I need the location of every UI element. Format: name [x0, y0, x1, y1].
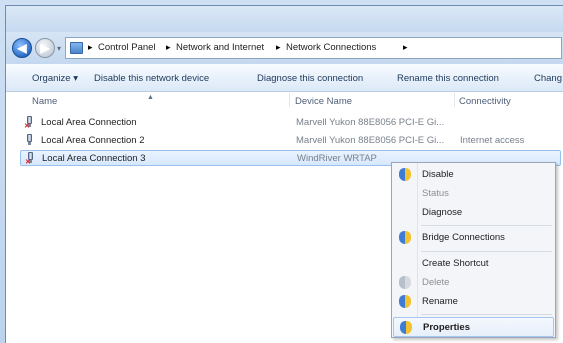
command-bar: Organize ▾ Disable this network device D…	[6, 64, 563, 92]
breadcrumb-network-and-internet[interactable]: Network and Internet	[176, 42, 264, 53]
address-bar[interactable]: ▸ Control Panel ▸ Network and Internet ▸…	[65, 37, 562, 59]
menu-item-label: Properties	[423, 322, 470, 333]
uac-shield-icon	[400, 321, 412, 334]
connection-row[interactable]: ✕ Local Area Connection Marvell Yukon 88…	[20, 115, 561, 131]
column-name[interactable]: Name	[32, 96, 57, 107]
column-separator[interactable]	[454, 93, 455, 107]
column-device-name[interactable]: Device Name	[295, 96, 352, 107]
menu-separator	[421, 314, 552, 315]
uac-shield-icon	[399, 168, 411, 181]
menu-item-rename[interactable]: Rename	[393, 292, 554, 312]
breadcrumb-separator[interactable]: ▸	[166, 42, 171, 53]
rename-connection-button[interactable]: Rename this connection	[397, 73, 499, 84]
menu-item-label: Delete	[422, 277, 450, 288]
connection-name: Local Area Connection	[41, 117, 137, 128]
recent-pages-dropdown[interactable]: ▾	[57, 44, 61, 53]
connection-name: Local Area Connection 2	[41, 135, 145, 146]
forward-button[interactable]: ▶	[35, 38, 55, 58]
menu-item-status: Status	[393, 184, 554, 204]
uac-shield-icon	[399, 276, 411, 289]
menu-item-label: Diagnose	[422, 207, 463, 218]
device-name: WindRiver WRTAP	[297, 153, 377, 164]
menu-item-diagnose[interactable]: Diagnose	[393, 203, 554, 223]
connection-row[interactable]: Local Area Connection 2 Marvell Yukon 88…	[20, 133, 561, 149]
menu-item-create-shortcut[interactable]: Create Shortcut	[393, 254, 554, 274]
device-name: Marvell Yukon 88E8056 PCI-E Gi...	[296, 117, 445, 128]
breadcrumb-control-panel[interactable]: Control Panel	[98, 42, 156, 53]
title-bar	[6, 6, 563, 32]
disconnected-icon: ✕	[25, 159, 31, 166]
column-headers: Name ▲ Device Name Connectivity	[6, 92, 563, 108]
uac-shield-icon	[399, 231, 411, 244]
diagnose-connection-button[interactable]: Diagnose this connection	[257, 73, 363, 84]
connection-name: Local Area Connection 3	[42, 153, 146, 164]
forward-arrow-icon: ▶	[40, 41, 50, 55]
organize-label: Organize	[32, 73, 71, 84]
control-panel-icon	[70, 42, 83, 54]
menu-item-label: Disable	[422, 169, 454, 180]
uac-shield-icon	[399, 295, 411, 308]
breadcrumb-separator[interactable]: ▸	[276, 42, 281, 53]
change-settings-button[interactable]: Chang	[534, 73, 562, 84]
breadcrumb-separator[interactable]: ▸	[403, 42, 408, 53]
network-adapter-icon: ✕	[24, 116, 35, 130]
connectivity-status: Internet access	[460, 135, 525, 146]
menu-item-label: Status	[422, 188, 449, 199]
organize-dropdown-icon: ▾	[73, 73, 78, 84]
breadcrumb-separator[interactable]: ▸	[88, 42, 93, 53]
back-arrow-icon: ◀	[17, 41, 27, 55]
device-name: Marvell Yukon 88E8056 PCI-E Gi...	[296, 135, 445, 146]
column-connectivity[interactable]: Connectivity	[459, 96, 511, 107]
organize-button[interactable]: Organize ▾	[32, 73, 78, 84]
disable-device-button[interactable]: Disable this network device	[94, 73, 209, 84]
menu-item-bridge-connections[interactable]: Bridge Connections	[393, 228, 554, 248]
menu-separator	[421, 225, 552, 226]
network-adapter-icon: ✕	[25, 152, 36, 166]
menu-separator	[421, 251, 552, 252]
network-adapter-icon	[24, 134, 35, 146]
menu-item-label: Bridge Connections	[422, 232, 505, 243]
column-separator[interactable]	[289, 93, 290, 107]
disconnected-icon: ✕	[24, 123, 30, 130]
back-button[interactable]: ◀	[12, 38, 32, 58]
context-menu: Disable Status Diagnose Bridge Connectio…	[391, 162, 556, 338]
menu-item-label: Create Shortcut	[422, 258, 489, 269]
sort-ascending-icon: ▲	[147, 94, 154, 101]
menu-item-label: Rename	[422, 296, 458, 307]
breadcrumb-network-connections[interactable]: Network Connections	[286, 42, 376, 53]
menu-item-delete: Delete	[393, 273, 554, 293]
menu-item-disable[interactable]: Disable	[393, 165, 554, 185]
menu-item-properties[interactable]: Properties	[393, 317, 554, 337]
